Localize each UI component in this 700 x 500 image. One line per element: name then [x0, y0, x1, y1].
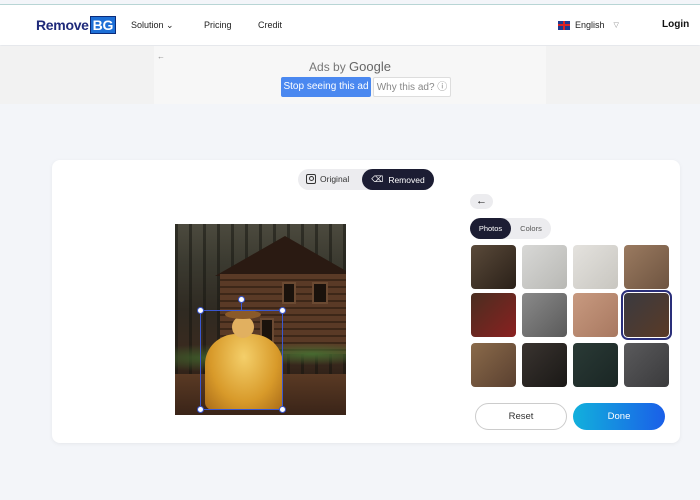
stop-seeing-ad-button[interactable]: Stop seeing this ad: [281, 77, 371, 97]
back-button[interactable]: ←: [470, 194, 493, 209]
background-thumbnail[interactable]: [573, 293, 618, 337]
resize-handle[interactable]: [279, 406, 286, 413]
arrow-left-icon: ←: [476, 195, 487, 207]
person-icon: [306, 174, 316, 184]
selection-box[interactable]: [197, 296, 286, 413]
background-thumbnail[interactable]: [522, 245, 567, 289]
tab-photos[interactable]: Photos: [470, 218, 511, 239]
resize-handle[interactable]: [197, 406, 204, 413]
removed-label: Removed: [388, 174, 425, 185]
background-thumbnail[interactable]: [522, 343, 567, 387]
header: Remove BG Solution ⌄ Pricing Credit Engli…: [0, 5, 700, 45]
resize-handle[interactable]: [197, 307, 204, 314]
background-thumbnail[interactable]: [471, 343, 516, 387]
background-thumbnail[interactable]: [573, 343, 618, 387]
view-toggle: Original ⌫ Removed: [298, 169, 434, 190]
google-label: Google: [349, 59, 391, 74]
window: [312, 282, 328, 304]
removed-toggle[interactable]: ⌫ Removed: [362, 169, 434, 190]
background-tabs: Photos Colors: [470, 218, 551, 239]
tab-colors[interactable]: Colors: [511, 218, 551, 239]
ad-box: ← Ads by Google Stop seeing this ad Why …: [154, 46, 546, 104]
eraser-icon: ⌫: [371, 174, 384, 184]
cabin-roof: [215, 236, 346, 276]
original-label: Original: [320, 174, 350, 184]
ads-by-label: Ads by: [309, 60, 346, 74]
language-label: English: [575, 20, 605, 30]
done-button[interactable]: Done: [573, 403, 665, 430]
logo-badge: BG: [89, 16, 117, 34]
caret-down-icon: ▽: [613, 22, 619, 29]
uk-flag-icon: [558, 20, 570, 30]
background-thumbnail[interactable]: [471, 245, 516, 289]
nav-credit[interactable]: Credit: [258, 20, 282, 30]
rotate-line: [241, 302, 242, 311]
window: [282, 282, 296, 304]
nav-solution-label: Solution: [131, 20, 164, 30]
language-selector[interactable]: English ▽: [558, 20, 619, 30]
background-thumbnail[interactable]: [471, 293, 516, 337]
background-thumbnail[interactable]: [624, 343, 669, 387]
background-thumbnail[interactable]: [621, 290, 672, 340]
logo[interactable]: Remove BG: [36, 16, 117, 34]
background-thumbnail[interactable]: [624, 245, 669, 289]
ads-by-google: Ads by Google: [154, 59, 546, 74]
logo-text: Remove: [36, 17, 89, 33]
why-label: Why this ad?: [376, 82, 435, 93]
why-this-ad-button[interactable]: Why this ad? ⓘ: [373, 77, 451, 97]
original-toggle[interactable]: Original: [306, 174, 349, 184]
background-thumbnail[interactable]: [522, 293, 567, 337]
resize-handle[interactable]: [279, 307, 286, 314]
nav-solution[interactable]: Solution ⌄: [131, 20, 174, 31]
ad-banner: ← Ads by Google Stop seeing this ad Why …: [0, 46, 700, 104]
chevron-down-icon: ⌄: [166, 20, 174, 30]
nav-pricing[interactable]: Pricing: [204, 20, 232, 30]
info-icon: ⓘ: [437, 82, 448, 93]
reset-button[interactable]: Reset: [475, 403, 567, 430]
login-link[interactable]: Login: [662, 19, 689, 30]
background-thumbnail[interactable]: [573, 245, 618, 289]
